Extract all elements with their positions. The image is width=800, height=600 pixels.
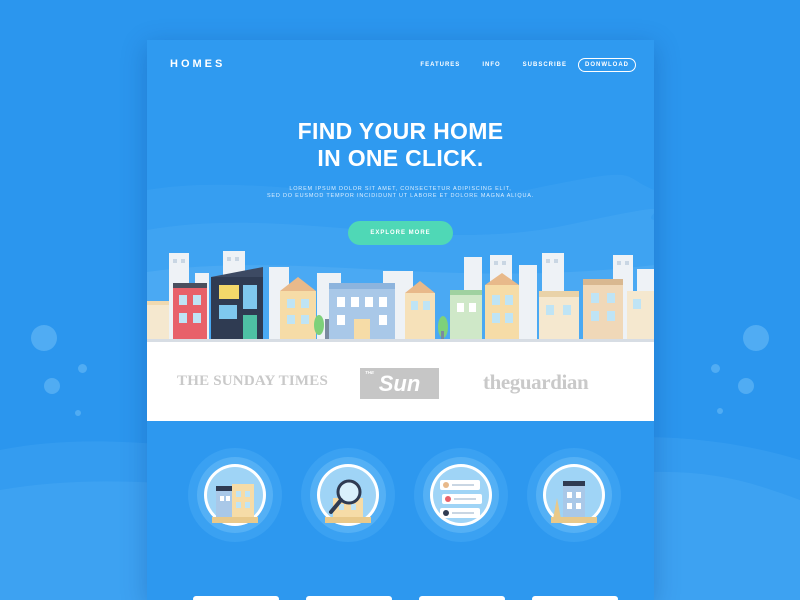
features-section — [147, 421, 654, 600]
subtitle-line-2: SED DO EUSMOD TEMPOR INCIDIDUNT UT LABOR… — [266, 193, 535, 199]
headline-line-1: FIND YOUR HOME — [297, 118, 504, 144]
feature-card-3 — [409, 421, 519, 600]
bubble-left-small — [78, 364, 87, 373]
headline-line-2: IN ONE CLICK. — [317, 145, 484, 171]
feature-1-text-line — [193, 596, 279, 600]
feature-2-text-line — [306, 596, 392, 600]
brand-logo[interactable]: HOMES — [170, 58, 225, 70]
bubble-left-tiny — [75, 410, 81, 416]
feature-card-1 — [183, 421, 293, 600]
download-button[interactable]: DONWLOAD — [578, 58, 636, 72]
the-sun-logo: THE Sun — [360, 368, 439, 399]
hero-headline: FIND YOUR HOME IN ONE CLICK. — [147, 118, 654, 172]
landing-page: HOMES FEATURES INFO SUBSCRIBE DONWLOAD F… — [147, 40, 654, 600]
nav-features[interactable]: FEATURES — [420, 62, 460, 68]
bubble-right-tiny — [717, 408, 723, 414]
guardian-logo: theguardian — [483, 370, 589, 394]
hero-section: HOMES FEATURES INFO SUBSCRIBE DONWLOAD F… — [147, 40, 654, 342]
sunday-times-logo: THE SUNDAY TIMES — [177, 373, 329, 389]
city-skyline-illustration — [147, 251, 654, 342]
feature-card-4 — [522, 421, 632, 600]
bubble-left-large — [31, 325, 57, 351]
bubble-right-large — [743, 325, 769, 351]
feature-card-2 — [296, 421, 406, 600]
the-sun-logo-prefix: THE — [365, 370, 374, 375]
hero-subtitle: LOREM IPSUM DOLOR SIT AMET, CONSECTETUR … — [147, 186, 654, 200]
bubble-right-medium — [738, 378, 754, 394]
feature-4-text-line — [532, 596, 618, 600]
top-nav: FEATURES INFO SUBSCRIBE DONWLOAD — [398, 58, 636, 72]
feature-3-text-line — [419, 596, 505, 600]
explore-more-button[interactable]: EXPLORE MORE — [348, 221, 453, 245]
nav-subscribe[interactable]: SUBSCRIBE — [523, 62, 567, 68]
houses-icon — [188, 448, 282, 542]
bubble-right-small — [711, 364, 720, 373]
subtitle-line-1: LOREM IPSUM DOLOR SIT AMET, CONSECTETUR … — [289, 186, 512, 192]
bubble-left-medium — [44, 378, 60, 394]
profile-cards-icon — [414, 448, 508, 542]
press-logos-strip: THE SUNDAY TIMES THE Sun theguardian — [147, 342, 654, 421]
magnifier-house-icon — [301, 448, 395, 542]
nav-info[interactable]: INFO — [482, 62, 500, 68]
house-tree-icon — [527, 448, 621, 542]
the-sun-logo-text: Sun — [378, 371, 421, 396]
